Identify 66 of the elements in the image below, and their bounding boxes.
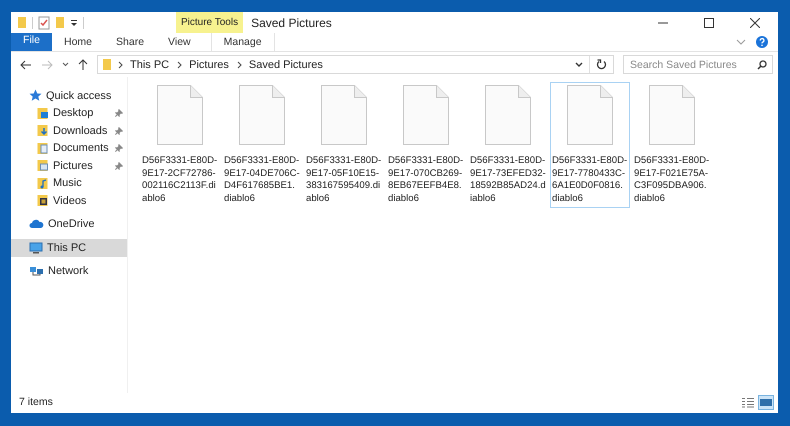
file-icon [321,85,367,145]
file-icon [567,85,613,145]
breadcrumb[interactable]: Pictures [189,58,229,70]
file-item[interactable]: D56F3331-E80D-9E17-2CF72786-002116C2113F.diablo6 [140,82,220,208]
music-folder-icon [37,176,49,190]
close-icon [750,18,760,28]
chevron-icon[interactable] [177,60,184,68]
desktop-folder-icon [37,106,49,120]
nav-item[interactable]: Pictures [11,157,127,174]
back-icon[interactable] [20,60,32,70]
file-item[interactable]: D56F3331-E80D-9E17-04DE706C-D4F617685BE1.diablo6 [222,82,302,208]
up-icon[interactable] [78,58,88,70]
breadcrumb[interactable]: Saved Pictures [248,58,323,70]
nav-item[interactable]: Documents [11,140,127,157]
nav-item[interactable]: Videos [11,192,127,210]
maximize-icon [704,18,714,28]
file-item[interactable]: D56F3331-E80D-9E17-05F10E15-383167595409.diablo6 [304,82,384,208]
computer-icon [29,242,43,254]
search-field[interactable]: Search Saved Pictures [623,55,773,74]
properties-icon[interactable] [38,16,50,30]
ribbon-tab[interactable]: Share [104,33,156,51]
large-icons-icon [760,396,772,408]
cloud-icon [29,219,44,230]
nav-item[interactable]: OneDrive [11,216,127,233]
file-item[interactable]: D56F3331-E80D-9E17-070CB269-8EB67EEFB4E8.diablo6 [386,82,466,208]
file-item[interactable]: D56F3331-E80D-9E17-73EFED32-18592B85AD24.diablo6 [468,82,548,208]
ribbon-tab[interactable]: View [156,33,203,51]
pictures-folder-icon [37,159,49,172]
search-icon[interactable] [757,60,767,70]
window-title: Saved Pictures [251,16,332,30]
address-bar[interactable]: This PC Pictures Saved Pictures [97,55,614,74]
ribbon-tab[interactable]: Home [52,33,104,51]
nav-item[interactable]: This PC [11,239,127,256]
star-icon [29,89,42,102]
help-icon[interactable] [756,36,768,48]
details-list-icon [742,396,754,408]
documents-folder-icon [37,142,49,155]
nav-item[interactable]: Downloads [11,122,127,140]
refresh-icon[interactable] [596,59,607,70]
large-icons-view-button[interactable] [758,394,774,410]
nav-item[interactable]: Desktop [11,104,127,122]
file-icon [157,85,203,145]
breadcrumb[interactable]: This PC [130,58,170,70]
dropdown-icon[interactable] [70,18,78,26]
chevron-icon[interactable] [236,60,243,68]
item-count: 7 items [19,396,53,408]
chevron-icon[interactable] [118,60,124,68]
nav-item[interactable]: Quick access [11,87,127,104]
network-icon [29,265,44,278]
recent-locations-icon[interactable] [62,62,69,67]
downloads-folder-icon [37,124,49,138]
dropdown-icon[interactable] [575,62,583,68]
nav-item[interactable]: Music [11,174,127,192]
file-item[interactable]: D56F3331-E80D-9E17-7780433C-6A1E0D0F0816.diablo6 [550,82,630,208]
file-icon [403,85,449,145]
file-icon [239,85,285,145]
file-tab[interactable]: File [11,33,52,51]
folder-icon [102,58,112,71]
file-icon [485,85,531,145]
file-icon [649,85,695,145]
file-item[interactable]: D56F3331-E80D-9E17-F021E75A-C3F095DBA906.diablo6 [632,82,712,208]
context-tab-header: Picture Tools [176,12,244,33]
videos-folder-icon [37,194,49,208]
ribbon-tab[interactable]: Manage [210,33,275,51]
expand-ribbon-icon[interactable] [736,39,746,45]
nav-item[interactable]: Network [11,262,127,280]
